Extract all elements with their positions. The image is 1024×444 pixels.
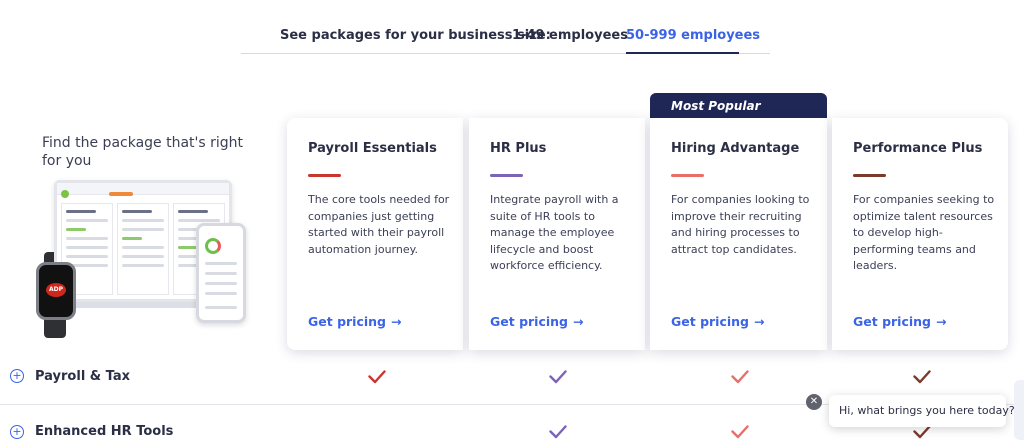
phone-app-image <box>196 223 246 323</box>
checkmark-icon <box>368 370 386 384</box>
checkmark-icon <box>731 370 749 384</box>
plan-title: HR Plus <box>490 141 547 156</box>
plan-description: Integrate payroll with a suite of HR too… <box>490 193 619 272</box>
arrow-right-icon: → <box>391 314 402 329</box>
smartwatch-image: ADP <box>36 262 76 320</box>
checkmark-icon <box>913 370 931 384</box>
chat-prompt-bubble[interactable]: Hi, what brings you here today? <box>829 395 1015 427</box>
arrow-right-icon: → <box>936 314 947 329</box>
checkmark-icon <box>913 425 931 439</box>
dashboard-panel <box>117 203 169 295</box>
expand-plus-icon[interactable]: + <box>10 425 24 439</box>
plan-accent-bar <box>671 174 704 177</box>
get-pricing-link[interactable]: Get pricing → <box>853 314 947 329</box>
feature-row-label[interactable]: Payroll & Tax <box>35 369 130 384</box>
intro-heading: Find the package that's right for you <box>42 135 244 169</box>
adp-logo: ADP <box>46 283 66 297</box>
plan-title: Payroll Essentials <box>308 141 437 156</box>
active-tab-indicator <box>626 52 739 54</box>
plan-accent-bar <box>853 174 886 177</box>
checkmark-icon <box>731 425 749 439</box>
arrow-right-icon: → <box>573 314 584 329</box>
feature-row-label[interactable]: Enhanced HR Tools <box>35 424 173 439</box>
get-pricing-link[interactable]: Get pricing → <box>308 314 402 329</box>
plan-description: For companies looking to improve their r… <box>671 193 810 256</box>
tab-50-999-employees[interactable]: 50-999 employees <box>626 28 760 43</box>
plan-card-performance-plus: Performance Plus For companies seeking t… <box>832 118 1008 350</box>
close-icon[interactable]: ✕ <box>806 394 822 410</box>
checkmark-icon <box>549 425 567 439</box>
tab-1-49-employees[interactable]: 1-49 employees <box>512 28 628 43</box>
arrow-right-icon: → <box>754 314 765 329</box>
plan-card-payroll-essentials: Payroll Essentials The core tools needed… <box>287 118 463 350</box>
plan-accent-bar <box>308 174 341 177</box>
dashboard-topbar <box>57 183 229 198</box>
chat-launcher-edge[interactable] <box>1014 380 1024 440</box>
plan-description: For companies seeking to optimize talent… <box>853 193 995 272</box>
plan-card-hiring-advantage: Hiring Advantage For companies looking t… <box>650 118 827 350</box>
checkmark-icon <box>549 370 567 384</box>
plan-title: Performance Plus <box>853 141 983 156</box>
plan-description: The core tools needed for companies just… <box>308 193 450 256</box>
most-popular-badge: Most Popular <box>650 93 827 119</box>
expand-plus-icon[interactable]: + <box>10 369 24 383</box>
plan-card-hr-plus: HR Plus Integrate payroll with a suite o… <box>469 118 645 350</box>
plan-title: Hiring Advantage <box>671 141 800 156</box>
size-selector-label: See packages for your business size: <box>280 28 551 43</box>
get-pricing-link[interactable]: Get pricing → <box>671 314 765 329</box>
plan-accent-bar <box>490 174 523 177</box>
get-pricing-link[interactable]: Get pricing → <box>490 314 584 329</box>
donut-chart-icon <box>205 238 221 254</box>
business-size-selector: See packages for your business size: 1-4… <box>241 18 770 54</box>
